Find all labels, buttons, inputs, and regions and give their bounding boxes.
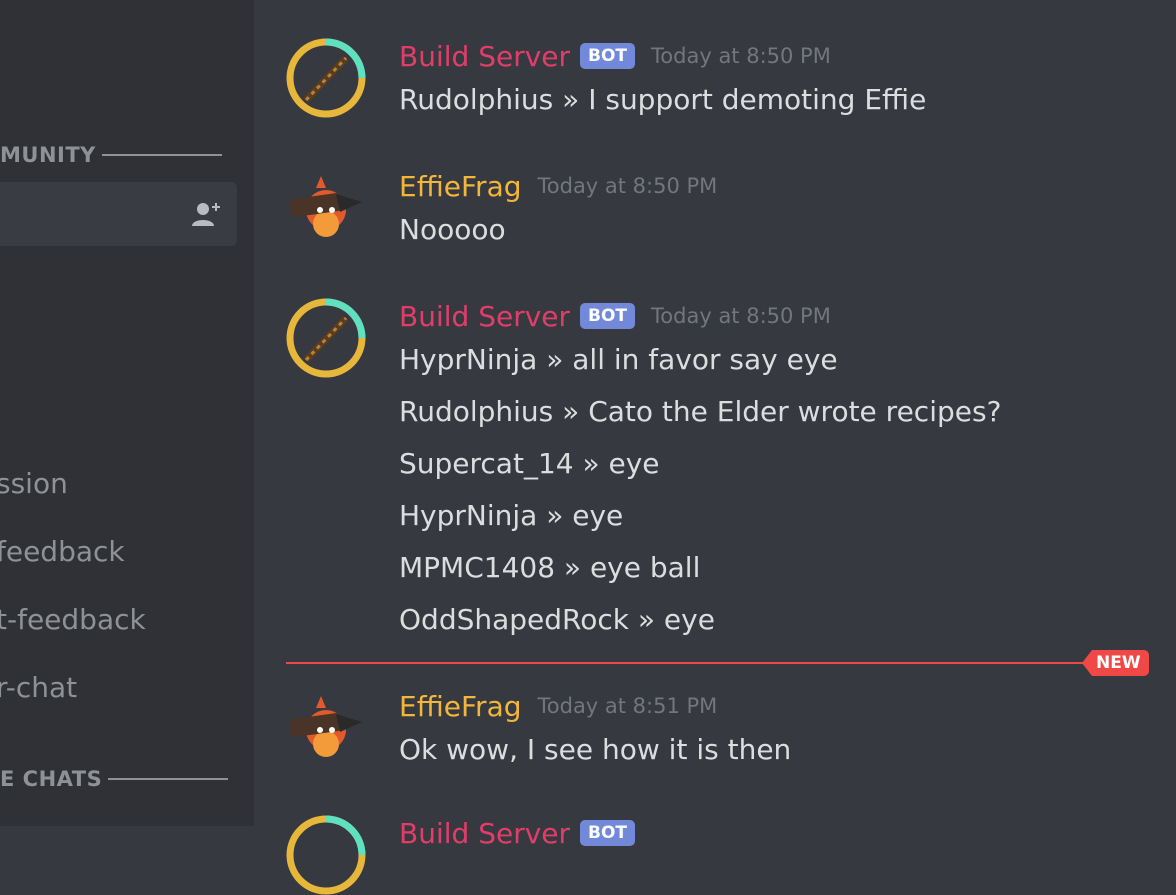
channel-sidebar: MUNITY ssion feedback t-feedback r-chat … — [0, 0, 254, 826]
category-community[interactable]: MUNITY — [0, 143, 222, 167]
message-line: Supercat_14 » eye — [399, 447, 660, 480]
add-user-icon[interactable] — [191, 200, 223, 228]
timestamp: Today at 8:50 PM — [537, 174, 718, 198]
avatar[interactable] — [286, 815, 366, 895]
timestamp: Today at 8:50 PM — [651, 44, 831, 68]
avatar[interactable] — [286, 168, 366, 248]
message-content: HyprNinja » all in favor say eye Rudolph… — [399, 342, 1001, 654]
channel-item[interactable]: ssion — [0, 467, 68, 500]
channel-item-selected[interactable] — [0, 182, 237, 246]
badge-arrow — [1082, 650, 1092, 676]
build-server-avatar-icon — [286, 38, 366, 118]
new-label: NEW — [1092, 650, 1149, 676]
effie-avatar-icon — [289, 176, 362, 237]
message-content: Nooooo — [399, 212, 506, 264]
message-content: Rudolphius » I support demoting Effie — [399, 82, 926, 134]
author-name[interactable]: EffieFrag — [399, 690, 522, 723]
message-line: Nooooo — [399, 213, 506, 246]
effie-avatar-icon — [289, 696, 362, 757]
message-line: MPMC1408 » eye ball — [399, 551, 701, 584]
message-line: Ok wow, I see how it is then — [399, 733, 792, 766]
channel-item[interactable]: feedback — [0, 535, 125, 568]
message-header: EffieFrag Today at 8:51 PM — [399, 688, 717, 724]
timestamp: Today at 8:50 PM — [651, 304, 831, 328]
author-name[interactable]: EffieFrag — [399, 170, 522, 203]
message-line: HyprNinja » eye — [399, 499, 624, 532]
message-line: Rudolphius » I support demoting Effie — [399, 83, 927, 116]
category-divider — [101, 154, 222, 156]
avatar[interactable] — [286, 38, 366, 118]
channel-item[interactable]: t-feedback — [0, 603, 146, 636]
avatar[interactable] — [286, 688, 366, 768]
bot-badge: BOT — [580, 303, 636, 329]
author-name[interactable]: Build Server — [399, 817, 570, 850]
build-server-avatar-icon — [286, 815, 366, 895]
category-divider — [108, 778, 229, 780]
build-server-avatar-icon — [286, 298, 366, 378]
message-content: Ok wow, I see how it is then — [399, 732, 791, 784]
avatar[interactable] — [286, 298, 366, 378]
message-line: Rudolphius » Cato the Elder wrote recipe… — [399, 395, 1002, 428]
message-header: EffieFrag Today at 8:50 PM — [399, 168, 717, 204]
bot-badge: BOT — [580, 820, 636, 846]
category-label: MUNITY — [0, 143, 96, 167]
message-header: Build Server BOT Today at 8:50 PM — [399, 298, 831, 334]
timestamp: Today at 8:51 PM — [537, 694, 718, 718]
channel-item[interactable]: r-chat — [0, 671, 77, 704]
author-name[interactable]: Build Server — [399, 40, 570, 73]
category-label: E CHATS — [0, 767, 103, 791]
message-line: OddShapedRock » eye — [399, 603, 715, 636]
message-header: Build Server BOT — [399, 815, 636, 851]
message-line: HyprNinja » all in favor say eye — [399, 343, 838, 376]
category-chats[interactable]: E CHATS — [0, 767, 229, 791]
bot-badge: BOT — [580, 43, 636, 69]
message-header: Build Server BOT Today at 8:50 PM — [399, 38, 831, 74]
new-messages-badge: NEW — [1082, 650, 1149, 676]
new-messages-divider — [286, 662, 1086, 664]
author-name[interactable]: Build Server — [399, 300, 570, 333]
